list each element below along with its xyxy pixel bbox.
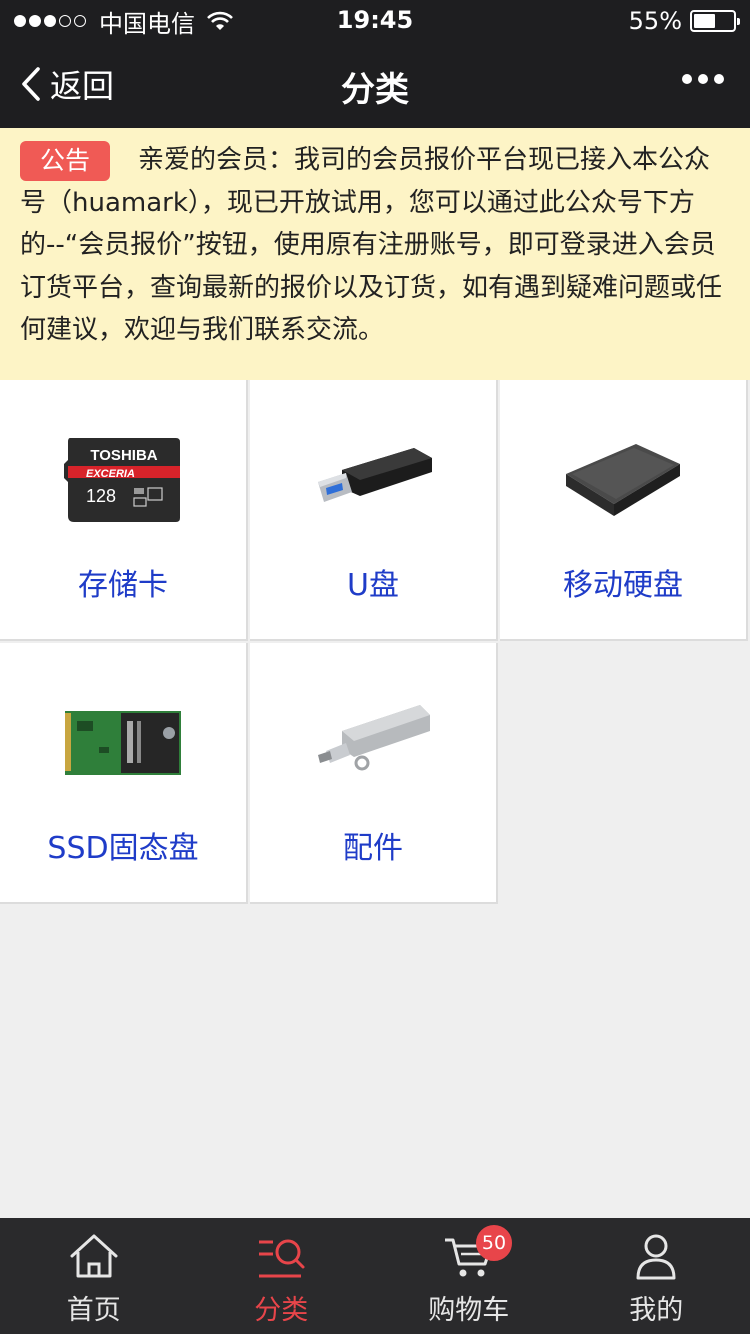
tab-home[interactable]: 首页 [0, 1218, 188, 1334]
category-icon [259, 1239, 305, 1278]
status-bar: 中国电信 19:45 55% [0, 0, 750, 40]
announcement-banner: 公告 亲爱的会员：我司的会员报价平台现已接入本公众号（huamark），现已开放试… [0, 128, 750, 380]
ssd-icon [0, 693, 246, 793]
tab-label: 首页 [66, 1295, 121, 1326]
page-title: 分类 [341, 70, 409, 110]
tab-label: 分类 [254, 1295, 309, 1326]
category-memory-card[interactable]: TOSHIBA EXCERIA 128 存储卡 [0, 380, 248, 641]
card-brand-text: TOSHIBA [90, 447, 157, 464]
category-label: 移动硬盘 [563, 568, 683, 603]
category-ssd[interactable]: SSD固态盘 [0, 643, 248, 904]
more-menu-button[interactable] [676, 74, 724, 84]
home-icon [70, 1234, 118, 1278]
category-label: U盘 [347, 568, 399, 603]
battery-percent: 55% [628, 7, 682, 35]
card-series-text: EXCERIA [86, 468, 135, 480]
card-capacity-text: 128 [86, 486, 116, 506]
top-bar: 中国电信 19:45 55% 返回 分类 [0, 0, 750, 128]
sd-card-icon: TOSHIBA EXCERIA 128 [0, 430, 246, 530]
tab-cart[interactable]: 购物车 [375, 1218, 563, 1334]
external-hdd-icon [500, 430, 746, 530]
bottom-tab-bar: 首页 分类 购物车 我的 [0, 1218, 750, 1334]
tab-profile[interactable]: 我的 [563, 1218, 750, 1334]
category-label: SSD固态盘 [47, 831, 199, 866]
user-icon [636, 1234, 676, 1280]
battery-icon [690, 10, 740, 32]
tab-label: 我的 [629, 1295, 684, 1326]
usb-drive-icon [250, 430, 496, 530]
category-usb-drive[interactable]: U盘 [250, 380, 498, 641]
more-dots-icon [682, 74, 692, 84]
announcement-text: 亲爱的会员：我司的会员报价平台现已接入本公众号（huamark），现已开放试用，… [20, 145, 723, 345]
tab-label: 购物车 [428, 1295, 510, 1326]
nav-bar: 返回 分类 [0, 40, 750, 128]
category-label: 存储卡 [78, 568, 168, 603]
otg-adapter-icon [250, 693, 496, 793]
category-external-hdd[interactable]: 移动硬盘 [500, 380, 748, 641]
category-label: 配件 [343, 831, 403, 866]
category-accessories[interactable]: 配件 [250, 643, 498, 904]
tab-category[interactable]: 分类 [188, 1218, 376, 1334]
announcement-tag: 公告 [20, 141, 111, 181]
status-right: 55% [628, 6, 740, 36]
cart-badge: 50 [476, 1225, 512, 1261]
